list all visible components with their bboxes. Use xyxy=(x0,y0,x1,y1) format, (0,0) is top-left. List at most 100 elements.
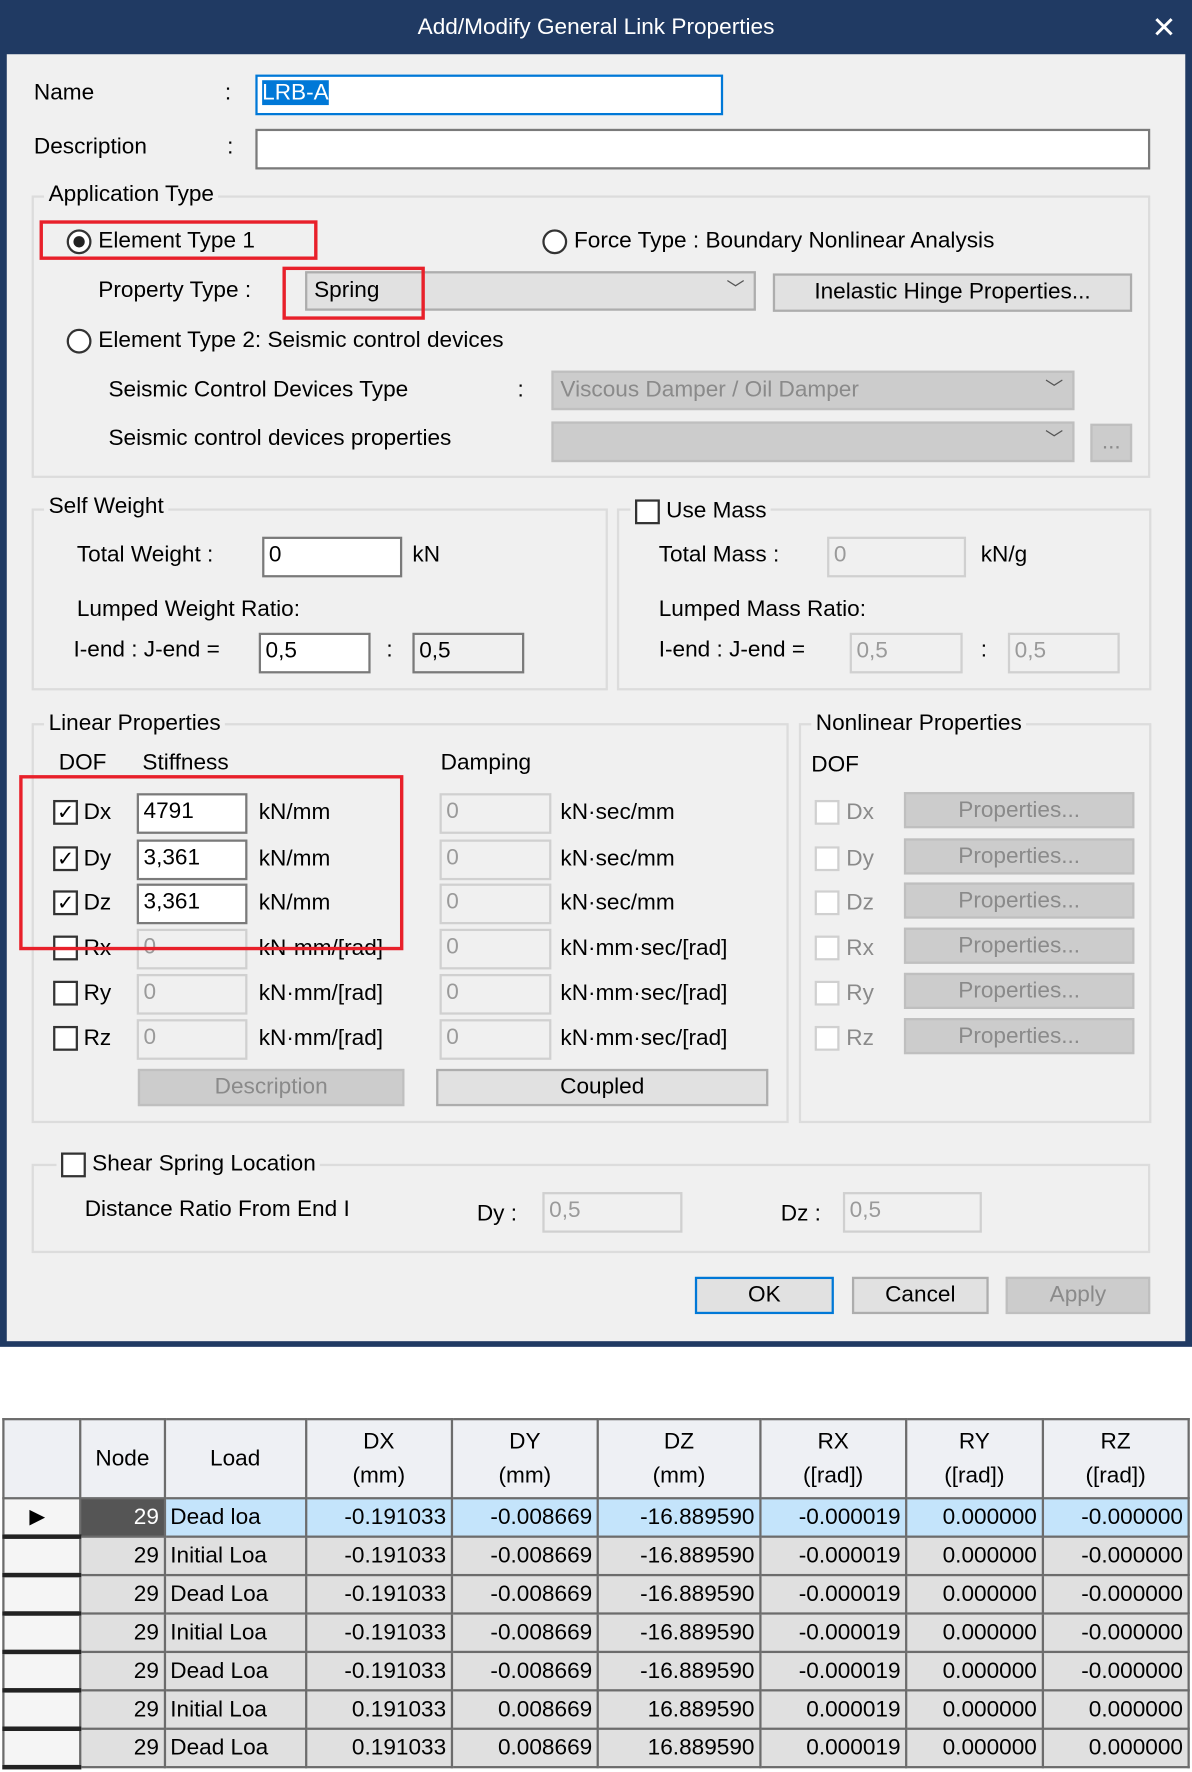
table-cell[interactable]: Dead Loa xyxy=(163,1727,307,1769)
nonlinear-properties-button[interactable]: Properties... xyxy=(903,838,1135,875)
table-row[interactable]: 29 Dead Loa -0.191033 -0.008669 -16.889590 -0… xyxy=(2,1650,1190,1693)
damping-input[interactable]: 0 xyxy=(439,1019,552,1060)
table-cell[interactable]: Initial Loa xyxy=(163,1612,307,1654)
shear-spring-checkbox[interactable] xyxy=(61,1152,86,1178)
row-header[interactable] xyxy=(2,1612,82,1655)
table-row[interactable]: 29 Dead Loa 0.191033 0.008669 16.889590 0.000… xyxy=(2,1727,1190,1770)
table-cell[interactable]: 0.191033 xyxy=(304,1689,453,1730)
row-header[interactable] xyxy=(2,1573,82,1616)
nonlinear-checkbox-rx[interactable] xyxy=(814,935,840,961)
table-cell[interactable]: 0.008669 xyxy=(450,1727,599,1769)
table-cell[interactable]: -0.191033 xyxy=(304,1535,453,1577)
table-cell[interactable]: -16.889590 xyxy=(596,1535,762,1577)
nonlinear-checkbox-rz[interactable] xyxy=(814,1025,840,1051)
column-header[interactable]: DZ (mm) xyxy=(596,1418,762,1500)
table-cell[interactable]: 29 xyxy=(79,1573,166,1615)
column-header[interactable]: Node xyxy=(79,1418,166,1500)
table-row[interactable]: 29 Dead Loa -0.191033 -0.008669 -16.889590 -0… xyxy=(2,1573,1190,1616)
table-cell[interactable]: -16.889590 xyxy=(596,1573,762,1615)
table-cell[interactable]: -0.191033 xyxy=(304,1650,453,1692)
table-cell[interactable]: 29 xyxy=(79,1689,166,1730)
table-cell[interactable]: -16.889590 xyxy=(596,1650,762,1692)
table-cell[interactable]: -0.000019 xyxy=(759,1612,908,1654)
table-row[interactable]: ▶ 29 Dead loa -0.191033 -0.008669 -16.889590-… xyxy=(2,1497,1190,1539)
nonlinear-checkbox-dx[interactable] xyxy=(814,799,840,825)
table-cell[interactable]: -0.000019 xyxy=(759,1535,908,1577)
force-type-radio[interactable] xyxy=(542,229,568,255)
scd-props-ellipsis-button[interactable]: ... xyxy=(1090,423,1133,463)
table-cell[interactable]: 0.000000 xyxy=(905,1535,1044,1577)
description-input[interactable] xyxy=(255,128,1151,170)
table-cell[interactable]: Initial Loa xyxy=(163,1689,307,1730)
damping-input[interactable]: 0 xyxy=(439,793,552,834)
description-button[interactable]: Description xyxy=(137,1068,405,1107)
total-weight-input[interactable]: 0 xyxy=(262,536,403,578)
inelastic-hinge-button[interactable]: Inelastic Hinge Properties... xyxy=(772,273,1133,312)
coupled-button[interactable]: Coupled xyxy=(436,1068,769,1107)
damping-input[interactable]: 0 xyxy=(439,928,552,970)
table-row[interactable]: 29 Initial Loa -0.191033 -0.008669 -16.88959… xyxy=(2,1535,1190,1578)
table-cell[interactable]: 0.000000 xyxy=(905,1650,1044,1692)
table-cell[interactable]: 0.000000 xyxy=(1041,1689,1190,1730)
table-cell[interactable]: 29 xyxy=(79,1650,166,1692)
nonlinear-checkbox-ry[interactable] xyxy=(814,980,840,1006)
dof-checkbox-ry[interactable] xyxy=(53,980,78,1006)
table-cell[interactable]: 0.000000 xyxy=(905,1612,1044,1654)
table-cell[interactable]: 29 xyxy=(79,1727,166,1769)
i-end-weight-input[interactable]: 0,5 xyxy=(258,632,371,674)
column-header[interactable]: DX (mm) xyxy=(304,1418,453,1500)
table-cell[interactable]: -0.191033 xyxy=(304,1497,453,1538)
column-header[interactable]: DY (mm) xyxy=(450,1418,599,1500)
table-cell[interactable]: -16.889590 xyxy=(596,1497,762,1538)
table-cell[interactable]: -0.000019 xyxy=(759,1650,908,1692)
stiffness-input[interactable]: 0 xyxy=(136,973,248,1015)
damping-input[interactable]: 0 xyxy=(439,839,552,881)
close-icon[interactable]: ✕ xyxy=(1152,11,1177,43)
table-cell[interactable]: 0.008669 xyxy=(450,1689,599,1730)
column-header[interactable]: RY ([rad]) xyxy=(905,1418,1044,1500)
column-header[interactable]: RX ([rad]) xyxy=(759,1418,908,1500)
apply-button[interactable]: Apply xyxy=(1005,1276,1151,1315)
table-row[interactable]: 29 Initial Loa -0.191033 -0.008669 -16.88959… xyxy=(2,1612,1190,1655)
table-cell[interactable]: -0.191033 xyxy=(304,1573,453,1615)
ok-button[interactable]: OK xyxy=(694,1276,834,1315)
scd-type-select[interactable]: Viscous Damper / Oil Damper ﹀ xyxy=(551,370,1075,411)
table-cell[interactable]: -16.889590 xyxy=(596,1612,762,1654)
shear-dz-input[interactable]: 0,5 xyxy=(842,1192,982,1233)
total-mass-input[interactable]: 0 xyxy=(827,536,967,578)
j-end-mass-input[interactable]: 0,5 xyxy=(1007,632,1120,674)
table-cell[interactable]: -0.000000 xyxy=(1041,1612,1190,1654)
table-cell[interactable]: 16.889590 xyxy=(596,1689,762,1730)
scd-props-select[interactable]: ﹀ xyxy=(551,421,1075,463)
table-cell[interactable]: Initial Loa xyxy=(163,1535,307,1577)
table-cell[interactable]: -0.000000 xyxy=(1041,1650,1190,1692)
table-cell[interactable]: 0.000000 xyxy=(905,1727,1044,1769)
dof-checkbox-rz[interactable] xyxy=(53,1025,78,1051)
shear-dy-input[interactable]: 0,5 xyxy=(542,1192,683,1233)
column-header[interactable]: RZ ([rad]) xyxy=(1041,1418,1190,1500)
use-mass-checkbox[interactable] xyxy=(635,499,660,524)
j-end-weight-input[interactable]: 0,5 xyxy=(412,632,525,674)
table-cell[interactable]: 0.000000 xyxy=(905,1689,1044,1730)
nonlinear-properties-button[interactable]: Properties... xyxy=(903,882,1135,919)
table-cell[interactable]: -0.008669 xyxy=(450,1573,599,1615)
table-cell[interactable]: 0.191033 xyxy=(304,1727,453,1769)
table-cell[interactable]: 0.000000 xyxy=(905,1573,1044,1615)
table-cell[interactable]: -0.008669 xyxy=(450,1612,599,1654)
table-cell[interactable]: Dead loa xyxy=(163,1497,307,1538)
nonlinear-properties-button[interactable]: Properties... xyxy=(903,792,1135,829)
table-cell[interactable]: 29 xyxy=(79,1497,166,1538)
i-end-mass-input[interactable]: 0,5 xyxy=(849,632,963,674)
table-cell[interactable]: 29 xyxy=(79,1535,166,1577)
table-cell[interactable]: 16.889590 xyxy=(596,1727,762,1769)
table-row[interactable]: 29 Initial Loa 0.191033 0.008669 16.889590 0.… xyxy=(2,1689,1190,1732)
table-cell[interactable]: -0.000000 xyxy=(1041,1497,1190,1538)
table-cell[interactable]: -0.000019 xyxy=(759,1573,908,1615)
row-header[interactable] xyxy=(2,1535,82,1578)
table-cell[interactable]: -0.000000 xyxy=(1041,1573,1190,1615)
table-cell[interactable]: -0.008669 xyxy=(450,1497,599,1538)
cancel-button[interactable]: Cancel xyxy=(851,1276,989,1315)
table-cell[interactable]: 0.000000 xyxy=(905,1497,1044,1538)
table-cell[interactable]: -0.000019 xyxy=(759,1497,908,1538)
table-cell[interactable]: Dead Loa xyxy=(163,1650,307,1692)
